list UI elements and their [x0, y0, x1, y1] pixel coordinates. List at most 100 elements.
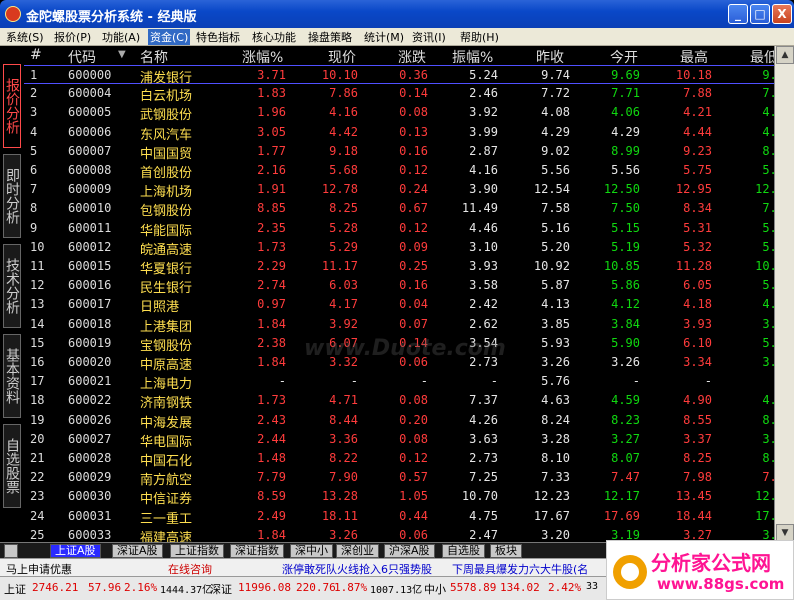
- table-row[interactable]: 9 600011 华能国际 2.35 5.28 0.12 4.46 5.16 5.15 5.31 5…: [24, 219, 774, 239]
- cell-price: -: [350, 374, 358, 389]
- stock-code: 600010: [68, 201, 112, 216]
- table-row[interactable]: 11 600015 华夏银行 2.29 11.17 0.25 3.93 10.92 10.85 1…: [24, 257, 774, 277]
- cell-amp: 4.26: [469, 412, 498, 427]
- cell-open: 9.69: [611, 68, 640, 82]
- table-row[interactable]: 2 600004 白云机场 1.83 7.86 0.14 2.46 7.72 7.71 7.88 7…: [24, 84, 774, 104]
- table-row[interactable]: 20 600027 华电国际 2.44 3.36 0.08 3.63 3.28 3.27 3.37…: [24, 430, 774, 450]
- sidebar-tab-fundamentals[interactable]: 基本资料: [3, 334, 21, 418]
- cell-chg-pct: 0.97: [257, 297, 286, 312]
- menu-quote[interactable]: 报价(P): [54, 29, 91, 45]
- table-row[interactable]: 18 600022 济南钢铁 1.73 4.71 0.08 7.37 4.63 4.59 4.90…: [24, 391, 774, 412]
- sidebar-tab-quote-analysis[interactable]: 报价分析: [3, 64, 21, 148]
- scroll-up-icon[interactable]: ▲: [776, 46, 794, 64]
- menu-system[interactable]: 系统(S): [6, 29, 44, 45]
- tab-sh-index[interactable]: 上证指数: [170, 544, 224, 558]
- cell-amp: -: [490, 374, 498, 389]
- stock-name: 南方航空: [140, 473, 193, 489]
- tab-sz-sme[interactable]: 深中小: [290, 544, 333, 558]
- menu-strategy[interactable]: 操盘策略: [308, 29, 352, 45]
- table-row[interactable]: 4 600006 东风汽车 3.05 4.42 0.13 3.99 4.29 4.29 4.44 4…: [24, 123, 774, 143]
- col-header-high[interactable]: 最高: [680, 47, 708, 67]
- cell-high: 18.44: [675, 508, 712, 523]
- col-header-change[interactable]: 涨跌: [398, 47, 426, 67]
- stock-name: 济南钢铁: [140, 396, 193, 412]
- minimize-button[interactable]: _: [728, 4, 748, 24]
- title-bar: 金陀螺股票分析系统 - 经典版 _ □ X: [0, 0, 794, 28]
- cell-high: 3.34: [683, 355, 712, 369]
- tab-scroll-left-icon[interactable]: [4, 544, 18, 558]
- close-button[interactable]: X: [772, 4, 792, 24]
- tab-hs-a[interactable]: 沪深A股: [384, 544, 435, 558]
- col-header-change-pct[interactable]: 涨幅%: [242, 47, 283, 67]
- table-row[interactable]: 6 600008 首创股份 2.16 5.68 0.12 4.16 5.56 5.56 5.75 5…: [24, 161, 774, 181]
- col-header-low[interactable]: 最低: [750, 47, 774, 67]
- cell-high: 7.88: [683, 86, 712, 101]
- menu-capital[interactable]: 资金(C): [148, 29, 191, 45]
- cell-chg: 0.07: [399, 316, 428, 331]
- cell-open: 8.07: [611, 451, 640, 465]
- menu-news[interactable]: 资讯(I): [412, 29, 446, 45]
- col-header-code[interactable]: 代码: [68, 47, 96, 67]
- tab-watchlist[interactable]: 自选股: [442, 544, 485, 558]
- table-row[interactable]: 10 600012 皖通高速 1.73 5.29 0.09 3.10 5.20 5.19 5.32…: [24, 238, 774, 258]
- col-header-price[interactable]: 现价: [328, 47, 356, 67]
- cell-open: 3.84: [611, 316, 640, 331]
- menu-stats[interactable]: 统计(M): [364, 29, 404, 45]
- news-consult-link[interactable]: 在线咨询: [168, 561, 212, 577]
- table-row[interactable]: 22 600029 南方航空 7.79 7.90 0.57 7.25 7.33 7.47 7.98…: [24, 468, 774, 489]
- col-header-name[interactable]: 名称: [140, 47, 168, 67]
- menu-core[interactable]: 核心功能: [252, 29, 296, 45]
- cell-low: 12.1: [755, 489, 774, 504]
- col-header-index[interactable]: #: [30, 47, 42, 63]
- table-row[interactable]: 23 600030 中信证券 8.59 13.28 1.05 10.70 12.23 12.17…: [24, 487, 774, 507]
- table-row[interactable]: 1 600000 浦发银行 3.71 10.10 0.36 5.24 9.74 9.69 10.1…: [24, 65, 774, 86]
- maximize-button[interactable]: □: [750, 4, 770, 24]
- col-header-open[interactable]: 今开: [610, 47, 638, 67]
- table-row[interactable]: 24 600031 三一重工 2.49 18.11 0.44 4.75 17.67 17.69 1…: [24, 507, 774, 527]
- sidebar-tab-realtime-analysis[interactable]: 即时分析: [3, 154, 21, 238]
- table-row[interactable]: 5 600007 中国国贸 1.77 9.18 0.16 2.87 9.02 8.99 9.23 8…: [24, 142, 774, 162]
- status-zx-pct: 2.42%: [548, 581, 582, 594]
- table-row[interactable]: 19 600026 中海发展 2.43 8.44 0.20 4.26 8.24 8.23 8.55…: [24, 411, 774, 431]
- col-header-prev-close[interactable]: 昨收: [536, 47, 564, 67]
- menu-function[interactable]: 功能(A): [102, 29, 140, 45]
- col-header-amplitude[interactable]: 振幅%: [452, 47, 493, 67]
- table-row[interactable]: 12 600016 民生银行 2.74 6.03 0.16 3.58 5.87 5.86 6.05…: [24, 276, 774, 296]
- table-row[interactable]: 21 600028 中国石化 1.48 8.22 0.12 2.73 8.10 8.07 8.25…: [24, 449, 774, 469]
- cell-chg: 0.09: [399, 239, 428, 254]
- table-row[interactable]: 3 600005 武钢股份 1.96 4.16 0.08 3.92 4.08 4.06 4.21 4…: [24, 103, 774, 123]
- table-row[interactable]: 8 600010 包钢股份 8.85 8.25 0.67 11.49 7.58 7.50 8.34…: [24, 199, 774, 219]
- cell-price: 7.86: [329, 86, 358, 101]
- row-index: 3: [30, 105, 38, 120]
- table-row[interactable]: 17600021上海电力----5.76---: [24, 372, 774, 392]
- cell-high: 8.34: [683, 201, 712, 216]
- news-promo-link[interactable]: 马上申请优惠: [6, 561, 72, 577]
- cell-price: 7.90: [329, 470, 358, 485]
- tab-sh-a[interactable]: 上证A股: [50, 544, 101, 558]
- vertical-scrollbar[interactable]: ▲ ▼: [774, 46, 794, 542]
- tab-sz-index[interactable]: 深证指数: [230, 544, 284, 558]
- stock-code: 600026: [68, 412, 112, 427]
- table-row[interactable]: 14 600018 上港集团 1.84 3.92 0.07 2.62 3.85 3.84 3.93…: [24, 315, 774, 335]
- news-link-1[interactable]: 涨停敢死队火线抢入6只强势股: [282, 561, 432, 577]
- table-row[interactable]: 7 600009 上海机场 1.91 12.78 0.24 3.90 12.54 12.50 12…: [24, 180, 774, 200]
- menu-indicators[interactable]: 特色指标: [196, 29, 240, 45]
- sidebar-tab-watchlist[interactable]: 自选股票: [3, 424, 21, 508]
- news-link-2[interactable]: 下周最具爆发力六大牛股(名: [452, 561, 588, 577]
- tab-sectors[interactable]: 板块: [490, 544, 522, 558]
- cell-prev: 7.58: [541, 201, 570, 216]
- status-sz-amount: 1007.13亿: [370, 585, 423, 596]
- tab-sz-a[interactable]: 深证A股: [112, 544, 163, 558]
- status-zx-label: 中小: [424, 583, 446, 596]
- stock-code: 600000: [68, 68, 112, 82]
- sidebar-tab-technical-analysis[interactable]: 技术分析: [3, 244, 21, 328]
- cell-prev: 8.24: [541, 412, 570, 427]
- table-row[interactable]: 13 600017 日照港 0.97 4.17 0.04 2.42 4.13 4.12 4.18 4…: [24, 295, 774, 315]
- stock-code: 600033: [68, 527, 112, 542]
- row-index: 2: [30, 86, 38, 101]
- cell-amp: 11.49: [461, 201, 498, 216]
- menu-help[interactable]: 帮助(H): [460, 29, 499, 45]
- cell-amp: 2.42: [469, 297, 498, 312]
- tab-sz-chinext[interactable]: 深创业: [336, 544, 379, 558]
- cell-chg: 0.20: [399, 412, 428, 427]
